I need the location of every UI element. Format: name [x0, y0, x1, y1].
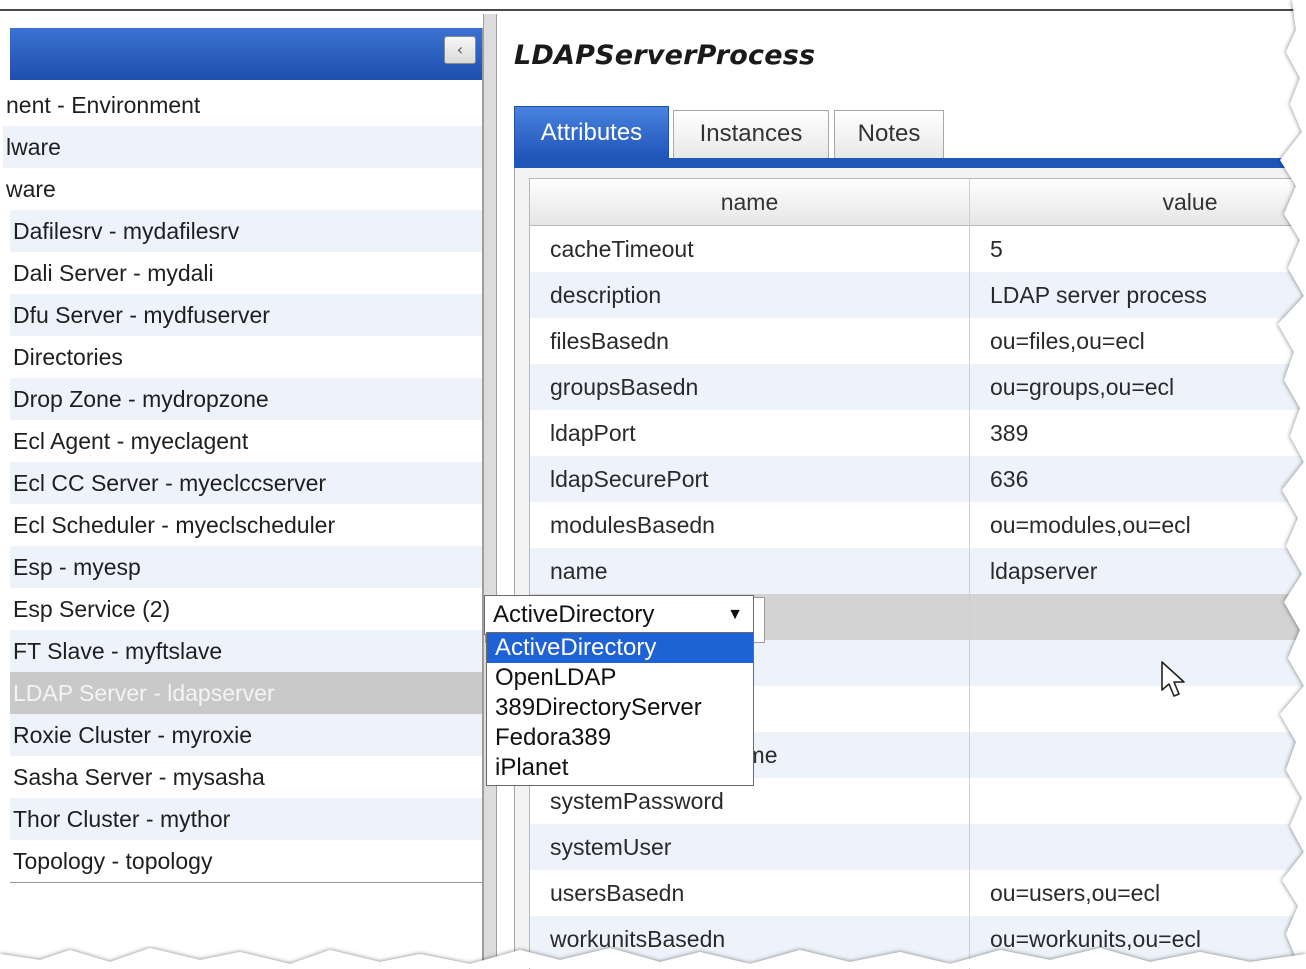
tree-item[interactable]: Roxie Cluster - myroxie	[10, 714, 482, 756]
dropdown-option[interactable]: Fedora389	[487, 723, 753, 753]
attribute-value-cell[interactable]: ou=users,ou=ecl	[990, 870, 1160, 916]
tree-item[interactable]: Ecl Agent - myeclagent	[10, 420, 482, 462]
attribute-name-cell: systemUser	[550, 834, 672, 860]
page-title: LDAPServerProcess	[514, 40, 816, 71]
mouse-pointer-icon	[1161, 661, 1185, 697]
attribute-value-cell[interactable]: ou=modules,ou=ecl	[990, 502, 1191, 548]
tree-item[interactable]: Dfu Server - mydfuserver	[10, 294, 482, 336]
tree-panel-header: ‹	[10, 28, 482, 80]
tab-attributes[interactable]: Attributes	[514, 106, 669, 158]
table-row[interactable]: cacheTimeout 5	[530, 226, 1306, 272]
tab-instances[interactable]: Instances	[673, 110, 829, 158]
attribute-value-cell[interactable]: 5	[990, 226, 1003, 272]
tree-item[interactable]: Directories	[10, 336, 482, 378]
top-border	[0, 9, 1306, 11]
tree-item[interactable]: nent - Environment	[3, 84, 482, 126]
attribute-name-cell: workunitsBasedn	[550, 926, 726, 952]
table-row[interactable]: systemUser	[530, 824, 1306, 870]
column-divider	[969, 179, 970, 969]
tree-item[interactable]: Ecl Scheduler - myeclscheduler	[10, 504, 482, 546]
grid-rows: cacheTimeout 5 description LDAP server proc…	[530, 226, 1306, 962]
table-row[interactable]: usersBasedn ou=users,ou=ecl	[530, 870, 1306, 916]
attribute-value-cell[interactable]: 636	[990, 456, 1028, 502]
attribute-value-cell[interactable]: LDAP server process	[990, 272, 1207, 318]
attribute-name-cell: ldapPort	[550, 420, 636, 446]
tree-item[interactable]: Sasha Server - mysasha	[10, 756, 482, 798]
chevron-down-icon[interactable]: ▼	[727, 596, 743, 634]
tree-item[interactable]: Topology - topology	[10, 840, 482, 882]
table-row[interactable]: modulesBasedn ou=modules,ou=ecl	[530, 502, 1306, 548]
table-row[interactable]: workunitsBasedn ou=workunits,ou=ecl	[530, 916, 1306, 962]
table-row[interactable]: name ldapserver	[530, 548, 1306, 594]
attribute-name-cell: name	[550, 558, 608, 584]
dropdown-option[interactable]: iPlanet	[487, 753, 753, 783]
attribute-name-cell: cacheTimeout	[550, 236, 694, 262]
attribute-name-cell: filesBasedn	[550, 328, 669, 354]
server-type-options: ActiveDirectory OpenLDAP 389DirectoryServe…	[486, 632, 754, 786]
tree-item[interactable]: Drop Zone - mydropzone	[10, 378, 482, 420]
attribute-name-cell: modulesBasedn	[550, 512, 715, 538]
attribute-value-cell[interactable]: ou=workunits,ou=ecl	[990, 916, 1201, 962]
attribute-value-cell[interactable]: ou=groups,ou=ecl	[990, 364, 1174, 410]
attribute-name-cell: usersBasedn	[550, 880, 685, 906]
topology-tree-panel: ‹ nent - Environment lware ware Dafilesrv -…	[3, 28, 483, 968]
tree-item[interactable]: Dafilesrv - mydafilesrv	[10, 210, 482, 252]
tree-item[interactable]: Esp Service (2)	[10, 588, 482, 630]
server-type-select[interactable]: ActiveDirectory ▼	[484, 595, 754, 635]
table-row[interactable]: description LDAP server process	[530, 272, 1306, 318]
table-row[interactable]: groupsBasedn ou=groups,ou=ecl	[530, 364, 1306, 410]
tree-item[interactable]: Dali Server - mydali	[10, 252, 482, 294]
tab-notes[interactable]: Notes	[834, 110, 944, 158]
table-row[interactable]: filesBasedn ou=files,ou=ecl	[530, 318, 1306, 364]
tree-item[interactable]: Esp - myesp	[10, 546, 482, 588]
attribute-value-cell[interactable]: ou=files,ou=ecl	[990, 318, 1145, 364]
attribute-name-cell: ldapSecurePort	[550, 466, 709, 492]
dropdown-option[interactable]: ActiveDirectory	[487, 633, 753, 663]
collapse-panel-button[interactable]: ‹	[444, 36, 476, 64]
select-value: ActiveDirectory	[493, 601, 655, 628]
detail-panel: LDAPServerProcess Attributes Instances N…	[497, 14, 1306, 969]
tree-bottom-border	[10, 882, 482, 883]
tree-item[interactable]: Ecl CC Server - myeclccserver	[10, 462, 482, 504]
dropdown-option[interactable]: 389DirectoryServer	[487, 693, 753, 723]
attribute-name-cell: groupsBasedn	[550, 374, 699, 400]
dropdown-option[interactable]: OpenLDAP	[487, 663, 753, 693]
table-row[interactable]: ldapPort 389	[530, 410, 1306, 456]
attribute-value-cell[interactable]: ldapserver	[990, 548, 1097, 594]
tree-item[interactable]: Thor Cluster - mythor	[10, 798, 482, 840]
table-row[interactable]: ldapSecurePort 636	[530, 456, 1306, 502]
column-header-value[interactable]: value	[970, 179, 1306, 225]
tree-item[interactable]: FT Slave - myftslave	[10, 630, 482, 672]
attributes-grid: name value cacheTimeout 5 description LDAP …	[529, 178, 1306, 969]
attribute-name-cell: description	[550, 282, 662, 308]
attributes-grid-container: name value cacheTimeout 5 description LDAP …	[514, 168, 1306, 969]
tree-item[interactable]: ware	[3, 168, 482, 210]
topology-tree: nent - Environment lware ware Dafilesrv - m…	[3, 84, 482, 882]
panel-splitter[interactable]	[483, 14, 497, 968]
tree-item[interactable]: lware	[3, 126, 482, 168]
grid-header: name value	[530, 179, 1306, 226]
tree-item[interactable]: LDAP Server - ldapserver	[10, 672, 482, 714]
tab-strip	[514, 158, 1306, 168]
column-header-name[interactable]: name	[530, 179, 969, 225]
attribute-value-cell[interactable]: 389	[990, 410, 1028, 456]
